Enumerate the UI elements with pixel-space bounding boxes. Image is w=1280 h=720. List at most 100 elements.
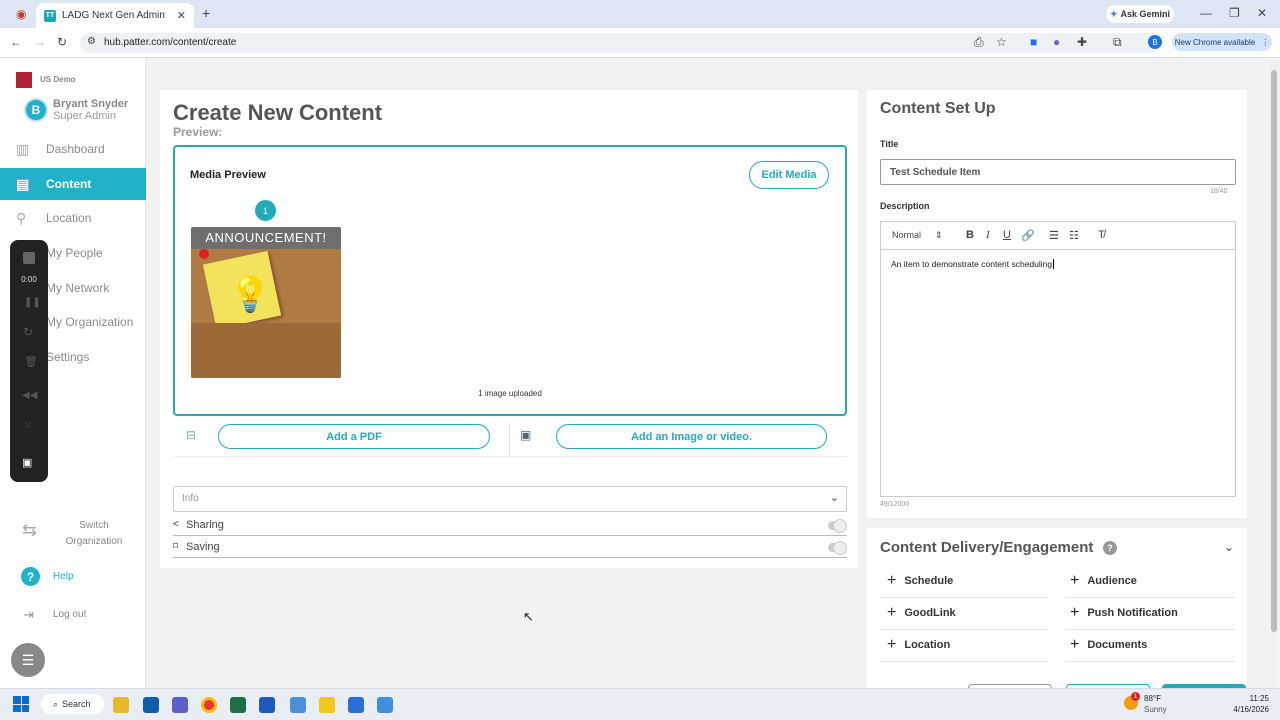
restart-icon[interactable]: ↻ — [23, 325, 33, 339]
add-pdf-button[interactable]: Add a PDF — [218, 424, 490, 449]
logout-link[interactable]: Log out — [53, 609, 86, 620]
bar-chart-icon: ▥ — [16, 140, 30, 157]
chrome-icon[interactable] — [201, 697, 217, 713]
delivery-item-push-notification[interactable]: + Push Notification — [1070, 604, 1178, 622]
help-icon[interactable]: ? — [21, 567, 40, 586]
divider — [1065, 661, 1235, 662]
select-arrows-icon: ⇕ — [935, 230, 943, 240]
switch-organization-link[interactable]: Switch Organization — [60, 518, 128, 550]
grid-icon[interactable]: ⁙ — [23, 419, 32, 432]
excel-icon[interactable] — [230, 697, 246, 713]
minimize-icon[interactable]: — — [1200, 7, 1212, 19]
user-avatar[interactable]: B — [24, 98, 48, 122]
profile-avatar[interactable]: B — [1148, 35, 1162, 49]
browser-tab[interactable]: TT LADG Next Gen Admin ✕ — [36, 3, 194, 28]
media-count-badge: 1 — [255, 200, 276, 221]
forward-icon[interactable]: → — [34, 36, 46, 48]
image-video-icon: ▣ — [520, 428, 532, 442]
windows-start-icon[interactable] — [13, 696, 29, 712]
add-image-video-button[interactable]: Add an Image or video. — [556, 424, 827, 449]
teams-icon[interactable] — [172, 697, 188, 713]
settings-app-icon[interactable] — [348, 697, 364, 713]
outlook-icon[interactable] — [143, 697, 159, 713]
extensions-puzzle-icon[interactable]: ✚ — [1077, 36, 1087, 48]
ask-gemini-button[interactable]: ✦ Ask Gemini — [1106, 5, 1174, 23]
title-char-count: 18/40 — [1210, 188, 1228, 195]
attachment-divider — [509, 422, 510, 456]
tab-search-icon[interactable]: ⧉ — [1113, 36, 1122, 48]
clock-time[interactable]: 11:25 — [1231, 694, 1269, 703]
sharing-toggle[interactable] — [828, 519, 847, 533]
plus-icon: + — [1070, 604, 1080, 621]
divider — [880, 629, 1048, 630]
sidebar-item-content[interactable]: ▤ Content — [0, 168, 146, 200]
clock-date[interactable]: 4/16/2026 — [1221, 705, 1269, 714]
edit-media-button[interactable]: Edit Media — [749, 161, 829, 189]
back-icon[interactable]: ← — [10, 36, 22, 48]
new-chrome-button[interactable]: New Chrome available ⋮ — [1172, 33, 1272, 51]
delivery-item-schedule[interactable]: + Schedule — [887, 572, 953, 590]
bold-icon[interactable]: B — [966, 229, 974, 241]
site-favicon-icon: TT — [44, 9, 56, 22]
title-input[interactable]: Test Schedule Item — [880, 159, 1236, 185]
help-link[interactable]: Help — [53, 571, 74, 582]
install-icon[interactable]: ⎙ — [974, 36, 984, 48]
extension-1-icon[interactable]: ■ — [1030, 36, 1037, 48]
description-text[interactable]: An item to demonstrate content schedulin… — [891, 259, 1055, 269]
plus-icon: + — [1070, 572, 1080, 589]
saving-toggle[interactable] — [828, 541, 847, 555]
extension-2-icon[interactable]: ● — [1053, 36, 1060, 48]
new-tab-icon[interactable]: + — [202, 6, 210, 20]
help-tooltip-icon[interactable]: ? — [1103, 541, 1117, 555]
org-name: US Demo — [40, 75, 76, 84]
sidebar-item-dashboard[interactable]: ▥ Dashboard — [0, 133, 146, 165]
app-icon[interactable] — [377, 697, 393, 713]
user-role: Super Admin — [53, 110, 116, 122]
scrollbar-thumb[interactable] — [1271, 70, 1277, 632]
word-icon[interactable] — [259, 697, 275, 713]
file-explorer-icon[interactable] — [113, 697, 129, 713]
clear-format-icon[interactable]: T̸ — [1098, 229, 1105, 241]
italic-icon[interactable]: I — [986, 229, 990, 241]
rewind-icon[interactable]: ◀◀ — [22, 390, 37, 401]
media-thumbnail[interactable]: ANNOUNCEMENT! 💡 — [191, 227, 341, 378]
underline-icon[interactable]: U — [1003, 229, 1011, 241]
taskbar-search[interactable]: ⌕ Search — [41, 694, 104, 714]
delivery-item-location[interactable]: + Location — [887, 636, 950, 654]
setup-heading: Content Set Up — [880, 100, 996, 117]
sticky-notes-icon[interactable] — [319, 697, 335, 713]
snipping-tool-icon[interactable] — [290, 697, 306, 713]
stop-record-icon[interactable] — [23, 252, 35, 264]
bullet-list-icon[interactable]: ☷ — [1069, 229, 1079, 242]
trash-icon[interactable]: 🗑 — [24, 355, 38, 368]
description-label: Description — [880, 201, 930, 211]
sidebar-item-location[interactable]: ⚲ Location — [0, 202, 146, 234]
logout-icon: ⇥ — [23, 607, 34, 622]
delivery-item-goodlink[interactable]: + GoodLink — [887, 604, 956, 622]
camera-icon[interactable]: ▣ — [22, 456, 32, 469]
weather-condition: Sunny — [1144, 705, 1167, 714]
close-tab-icon[interactable]: ✕ — [177, 9, 186, 22]
bookmark-star-icon[interactable]: ☆ — [996, 36, 1007, 48]
delivery-item-audience[interactable]: + Audience — [1070, 572, 1137, 590]
delivery-item-documents[interactable]: + Documents — [1070, 636, 1147, 654]
collapse-menu-button[interactable]: ☰ — [11, 643, 45, 677]
ordered-list-icon[interactable]: ☰ — [1049, 229, 1059, 242]
pause-icon[interactable]: ❚❚ — [24, 297, 41, 308]
link-icon[interactable]: 🔗 — [1021, 229, 1035, 242]
info-dropdown[interactable]: Info ⌄ — [173, 486, 847, 512]
reload-icon[interactable]: ↻ — [57, 36, 67, 48]
windows-taskbar — [0, 688, 1280, 720]
bookmark-icon: ⌑ — [173, 541, 179, 552]
divider — [1065, 597, 1235, 598]
collapse-chevron-icon[interactable]: ⌄ — [1224, 540, 1234, 554]
close-window-icon[interactable]: ✕ — [1257, 7, 1267, 19]
maximize-icon[interactable]: ❐ — [1229, 7, 1240, 19]
switch-organization-icon: ⇆ — [22, 520, 38, 540]
record-timer: 0:00 — [21, 275, 37, 284]
site-info-icon[interactable]: ⚙ — [87, 37, 96, 47]
weather-temp[interactable]: 88°F — [1144, 694, 1161, 703]
upload-status: 1 image uploaded — [478, 389, 542, 398]
format-select[interactable]: Normal ⇕ — [892, 230, 943, 241]
plus-icon: + — [887, 572, 897, 589]
